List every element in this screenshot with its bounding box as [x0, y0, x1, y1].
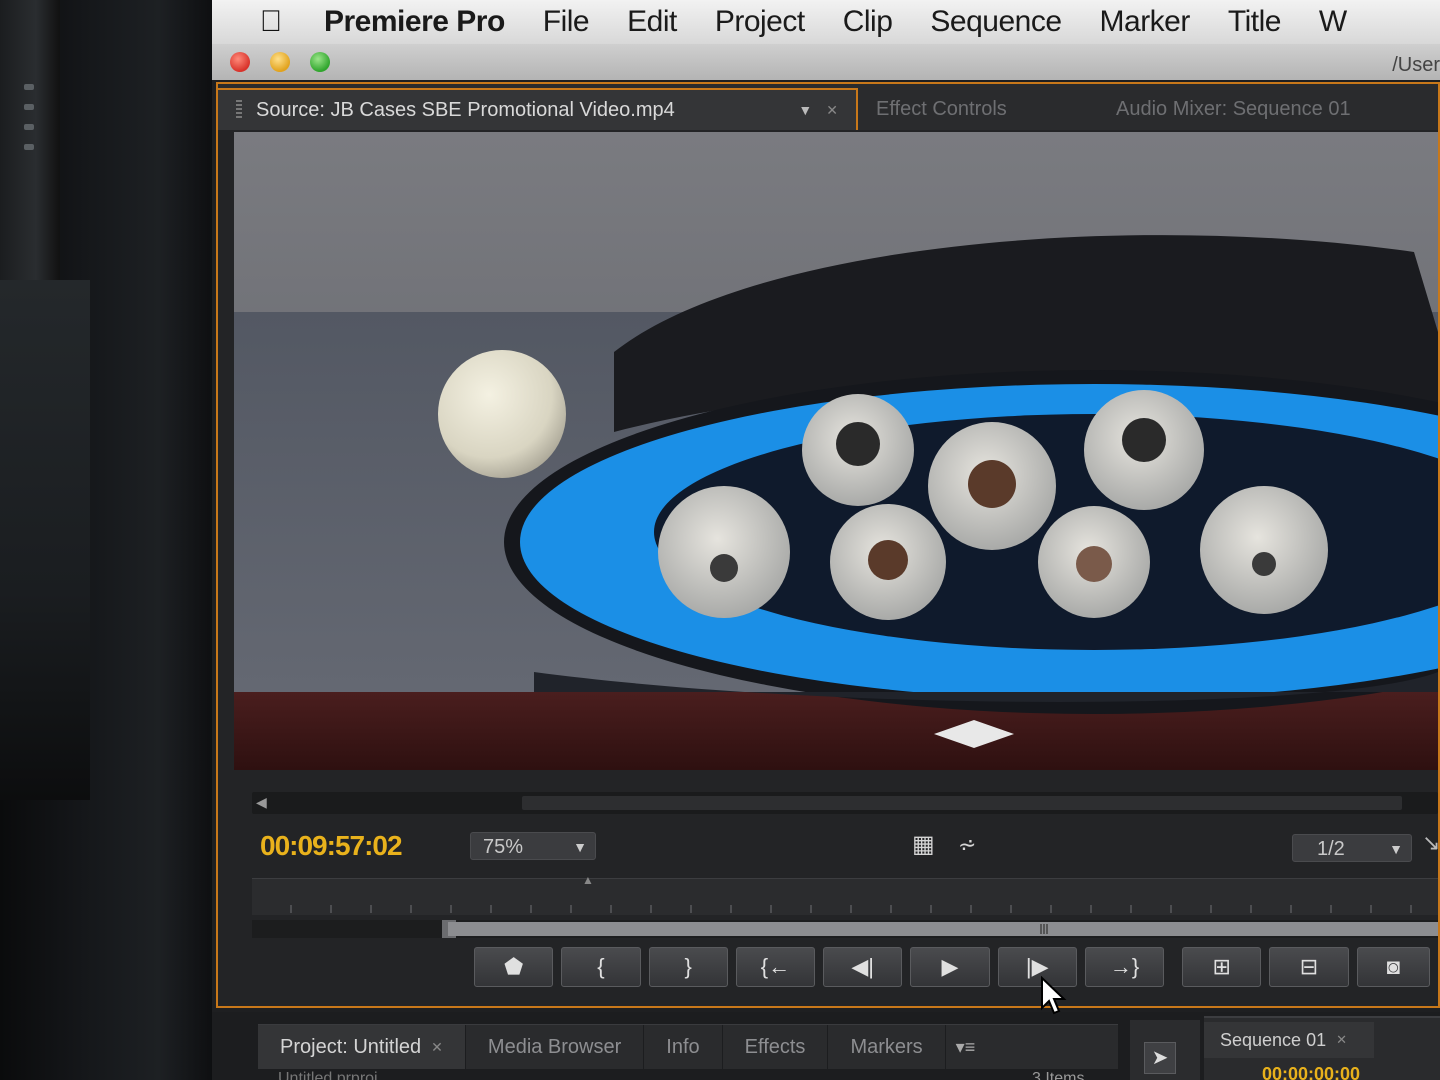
zoom-scrollbar[interactable]: ◀	[252, 792, 1438, 814]
step-back-button[interactable]: ◀|	[823, 947, 903, 987]
tab-markers[interactable]: Markers	[828, 1025, 946, 1069]
play-button[interactable]: ▶	[910, 947, 990, 987]
background-wall	[0, 280, 90, 800]
sequence-panel: Sequence 01 ✕ 00:00:00:00	[1204, 1016, 1440, 1080]
film-icon[interactable]: ▦	[912, 832, 936, 858]
menu-file[interactable]: File	[543, 5, 590, 39]
menu-sequence[interactable]: Sequence	[930, 5, 1062, 39]
project-items-count: 3 Items	[1032, 1070, 1085, 1080]
export-frame-button[interactable]: ◙	[1356, 947, 1430, 987]
sequence-timecode[interactable]: 00:00:00:00	[1262, 1064, 1360, 1080]
window-zoom-button[interactable]	[310, 52, 330, 72]
tab-effect-controls[interactable]: Effect Controls	[858, 88, 1098, 130]
time-ruler[interactable]: ▲	[252, 873, 1438, 915]
overwrite-button[interactable]: ⊟	[1269, 947, 1349, 987]
scrollbar-thumb[interactable]	[522, 796, 1402, 810]
tab-media-browser[interactable]: Media Browser	[466, 1025, 645, 1069]
panel-menu-icon[interactable]: ▾≡	[946, 1037, 986, 1058]
playback-resolution-select[interactable]: 1/2 ▼	[1292, 834, 1412, 862]
source-monitor-controls: ◀ 00:09:57:02 75% ▼ ▦ ⩫ 1/2 ▼ ↘ ▲ ⬟ {} …	[218, 774, 1440, 1006]
tab-project-label: Project: Untitled	[280, 1035, 422, 1058]
zoom-level-value: 75%	[483, 836, 524, 858]
tools-panel: ➤	[1130, 1020, 1200, 1080]
menu-app-name[interactable]: Premiere Pro	[324, 5, 505, 39]
monitor-bezel	[0, 0, 212, 1080]
photo-of-monitor:  Premiere Pro File Edit Project Clip Se…	[0, 0, 1440, 1080]
zoom-level-select[interactable]: 75% ▼	[470, 832, 596, 860]
close-icon[interactable]: ✕	[431, 1039, 443, 1056]
chevron-down-icon: ▼	[1389, 841, 1403, 857]
mark-in-button[interactable]: {	[561, 947, 641, 987]
tab-audio-mixer[interactable]: Audio Mixer: Sequence 01	[1098, 88, 1438, 130]
apple-icon[interactable]: 	[258, 7, 284, 37]
monitor-info-row: 00:09:57:02 75% ▼ ▦ ⩫ 1/2 ▼ ↘	[252, 826, 1440, 866]
work-area-grip[interactable]	[1040, 924, 1048, 934]
mark-out-button[interactable]: }	[648, 947, 728, 987]
tab-project[interactable]: Project: Untitled ✕	[258, 1025, 466, 1069]
tab-source[interactable]: Source: JB Cases SBE Promotional Video.m…	[218, 88, 858, 130]
menu-clip[interactable]: Clip	[843, 5, 893, 39]
playhead-timecode[interactable]: 00:09:57:02	[260, 830, 403, 862]
audio-wave-icon[interactable]: ⩫	[958, 832, 992, 858]
work-area-range[interactable]	[448, 922, 1438, 936]
menu-edit[interactable]: Edit	[627, 5, 677, 39]
source-tab-label: Source: JB Cases SBE Promotional Video.m…	[256, 98, 675, 121]
transport-buttons: ⬟{} {← ◀| ▶ |▶ →} ⊞ ⊟ ◙	[474, 946, 1438, 988]
bottom-panels: Project: Untitled ✕ Media Browser Info E…	[212, 1012, 1440, 1080]
window-minimize-button[interactable]	[270, 52, 290, 72]
speaker	[0, 0, 60, 280]
project-path: /User	[1392, 54, 1440, 76]
chevron-down-icon: ▼	[573, 839, 587, 855]
led-indicator	[24, 104, 34, 110]
tab-effects[interactable]: Effects	[723, 1025, 829, 1069]
tab-info[interactable]: Info	[644, 1025, 723, 1069]
wrench-icon[interactable]: ↘	[1422, 830, 1440, 856]
work-area-bar[interactable]	[252, 920, 1438, 938]
screen:  Premiere Pro File Edit Project Clip Se…	[212, 0, 1440, 1080]
insert-button[interactable]: ⊞	[1182, 947, 1262, 987]
dropdown-arrow-icon[interactable]: ▼	[798, 102, 812, 118]
video-frame-image	[234, 132, 1438, 770]
menu-project[interactable]: Project	[715, 5, 805, 39]
tab-grip-icon[interactable]	[236, 100, 242, 120]
go-to-in-button[interactable]: {←	[735, 947, 816, 987]
led-indicator	[24, 144, 34, 150]
project-file-name: Untitled.prproj	[278, 1070, 378, 1080]
playhead-marker-icon[interactable]: ▲	[582, 873, 594, 887]
cursor-icon	[1041, 976, 1067, 1015]
source-panel-tabbar: Source: JB Cases SBE Promotional Video.m…	[218, 84, 1438, 130]
selection-tool-icon[interactable]: ➤	[1144, 1042, 1176, 1074]
source-monitor-panel: Source: JB Cases SBE Promotional Video.m…	[216, 82, 1440, 1008]
window-titlebar: /User	[212, 44, 1440, 80]
window-close-button[interactable]	[230, 52, 250, 72]
led-indicator	[24, 124, 34, 130]
mac-menubar:  Premiere Pro File Edit Project Clip Se…	[212, 0, 1440, 44]
menu-marker[interactable]: Marker	[1100, 5, 1191, 39]
add-marker-button[interactable]: ⬟	[474, 947, 554, 987]
close-icon[interactable]: ✕	[826, 102, 838, 119]
menu-title[interactable]: Title	[1228, 5, 1282, 39]
playback-resolution-value: 1/2	[1317, 838, 1345, 860]
sequence-tab-label: Sequence 01	[1220, 1029, 1327, 1050]
go-to-out-button[interactable]: →}	[1084, 947, 1165, 987]
video-preview[interactable]	[234, 132, 1438, 770]
menu-window[interactable]: W	[1319, 5, 1347, 39]
close-icon[interactable]: ✕	[1336, 1032, 1347, 1048]
project-panel-tabbar: Project: Untitled ✕ Media Browser Info E…	[258, 1024, 1118, 1069]
scroll-left-icon[interactable]: ◀	[256, 794, 267, 811]
tab-sequence-01[interactable]: Sequence 01 ✕	[1204, 1022, 1374, 1058]
led-indicator	[24, 84, 34, 90]
